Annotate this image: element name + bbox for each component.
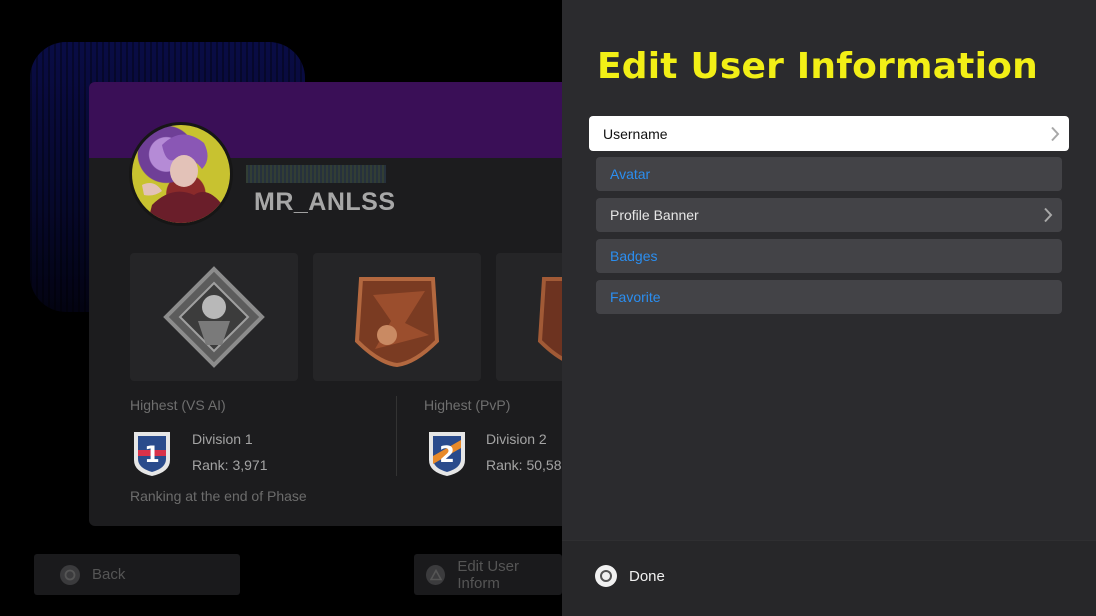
level-meter bbox=[246, 165, 386, 183]
chevron-right-icon bbox=[1041, 116, 1069, 151]
silver-trophy-badge-icon bbox=[163, 266, 265, 368]
svg-text:1: 1 bbox=[144, 443, 159, 468]
triangle-button-icon bbox=[426, 564, 446, 585]
circle-button-icon bbox=[60, 564, 80, 585]
badge-tile-1 bbox=[130, 253, 298, 381]
panel-title: Edit User Information bbox=[597, 46, 1038, 87]
edit-user-information-panel: Edit User Information Username Avatar Pr… bbox=[562, 0, 1096, 616]
profile-card: MR_ANLSS Highest (VS AI) 1 Division 1 Ra… bbox=[89, 82, 569, 526]
menu-item-label: Favorite bbox=[610, 289, 661, 305]
bronze-shield-badge-icon bbox=[354, 277, 440, 368]
badge-tile-2 bbox=[313, 253, 481, 381]
menu-item-label: Username bbox=[603, 125, 668, 142]
done-button[interactable]: Done bbox=[595, 565, 665, 587]
ranking-footnote: Ranking at the end of Phase bbox=[130, 488, 307, 504]
menu-item-avatar[interactable]: Avatar bbox=[596, 157, 1062, 191]
menu-item-label: Avatar bbox=[610, 166, 651, 182]
division-2-emblem-icon: 2 bbox=[429, 432, 465, 476]
menu-item-favorite[interactable]: Favorite bbox=[596, 280, 1062, 314]
division-1-emblem-icon: 1 bbox=[134, 432, 170, 476]
rank-label-pvp: Highest (PvP) bbox=[424, 397, 511, 413]
player-name: MR_ANLSS bbox=[254, 188, 396, 216]
edit-user-info-button[interactable]: Edit User Inform bbox=[414, 554, 562, 595]
menu-item-badges[interactable]: Badges bbox=[596, 239, 1062, 273]
circle-button-icon bbox=[595, 565, 617, 587]
done-button-label: Done bbox=[629, 567, 665, 585]
menu-item-username[interactable]: Username bbox=[589, 116, 1069, 151]
menu-item-label: Profile Banner bbox=[610, 207, 699, 223]
rank-value-vs-ai: Rank: 3,971 bbox=[192, 457, 268, 473]
rank-division-pvp: Division 2 bbox=[486, 431, 547, 447]
chevron-right-icon bbox=[1034, 198, 1062, 232]
panel-footer: Done bbox=[562, 540, 1096, 616]
column-divider bbox=[396, 396, 397, 476]
rank-label-vs-ai: Highest (VS AI) bbox=[130, 397, 226, 413]
avatar bbox=[129, 122, 233, 226]
svg-text:2: 2 bbox=[439, 443, 454, 468]
menu-item-profile-banner[interactable]: Profile Banner bbox=[596, 198, 1062, 232]
rank-division-vs-ai: Division 1 bbox=[192, 431, 253, 447]
rank-value-pvp: Rank: 50,58 bbox=[486, 457, 562, 473]
back-button-label: Back bbox=[92, 566, 126, 583]
badge-tile-3 bbox=[496, 253, 569, 381]
menu-item-label: Badges bbox=[610, 248, 658, 264]
edit-user-info-label: Edit User Inform bbox=[457, 557, 519, 592]
back-button[interactable]: Back bbox=[34, 554, 240, 595]
